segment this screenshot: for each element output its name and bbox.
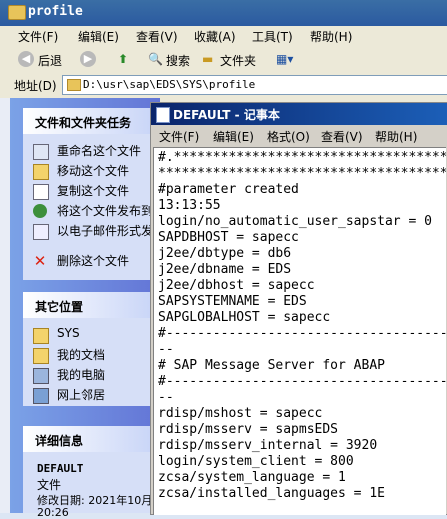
rename-icon xyxy=(33,144,49,160)
text-line: login/system_client = 800 xyxy=(158,454,354,469)
notepad-menu-bar: 文件(F) 编辑(E) 格式(O) 查看(V) 帮助(H) xyxy=(151,125,447,145)
task-copy[interactable]: 复制这个文件 xyxy=(57,182,129,199)
notepad-title: DEFAULT - 记事本 xyxy=(173,108,280,122)
file-tasks-header[interactable]: 文件和文件夹任务 xyxy=(23,108,160,134)
notepad-window: DEFAULT - 记事本 文件(F) 编辑(E) 格式(O) 查看(V) 帮助… xyxy=(150,102,447,515)
menu-view[interactable]: 查看(V) xyxy=(136,28,178,45)
task-publish[interactable]: 将这个文件发布到 xyxy=(57,202,153,219)
text-line: rdisp/msserv_internal = 3920 xyxy=(158,438,378,453)
text-line: j2ee/dbtype = db6 xyxy=(158,246,292,261)
menu-help[interactable]: 帮助(H) xyxy=(310,28,352,45)
network-icon xyxy=(33,388,49,404)
place-network[interactable]: 网上邻居 xyxy=(57,386,105,403)
folder-icon xyxy=(8,5,26,20)
back-button[interactable]: 后退 xyxy=(38,52,62,69)
text-line: rdisp/msserv = sapmsEDS xyxy=(158,422,339,437)
place-my-computer[interactable]: 我的电脑 xyxy=(57,366,105,383)
copy-icon xyxy=(33,184,49,200)
text-line: #------------------------------------- xyxy=(158,374,446,389)
explorer-toolbar: ◀ 后退 ▶ ⬆ 🔍 搜索 ▬ 文件夹 ▦▾ xyxy=(0,47,447,74)
back-arrow-icon[interactable]: ◀ xyxy=(18,51,34,67)
menu-favorites[interactable]: 收藏(A) xyxy=(194,28,236,45)
notepad-icon xyxy=(156,107,170,123)
window-title: profile xyxy=(28,4,83,19)
place-my-documents[interactable]: 我的文档 xyxy=(57,346,105,363)
text-line: SAPGLOBALHOST = sapecc xyxy=(158,310,331,325)
task-rename[interactable]: 重命名这个文件 xyxy=(57,142,141,159)
address-bar: 地址(D) D:\usr\sap\EDS\SYS\profile xyxy=(0,73,447,97)
other-places-panel: 其它位置 SYS 我的文档 我的电脑 网上邻居 xyxy=(23,292,160,406)
folder-icon xyxy=(67,79,81,91)
np-menu-help[interactable]: 帮助(H) xyxy=(375,128,417,145)
publish-icon xyxy=(33,204,47,218)
up-folder-icon[interactable]: ⬆ xyxy=(118,52,128,66)
address-input[interactable]: D:\usr\sap\EDS\SYS\profile xyxy=(62,75,447,95)
text-line: #parameter created xyxy=(158,182,299,197)
notepad-text-area[interactable]: #.************************************ **… xyxy=(153,147,446,515)
details-header[interactable]: 详细信息 xyxy=(23,426,160,452)
np-menu-file[interactable]: 文件(F) xyxy=(159,128,199,145)
move-icon xyxy=(33,164,49,180)
menu-tools[interactable]: 工具(T) xyxy=(252,28,293,45)
task-pane: 文件和文件夹任务 重命名这个文件 移动这个文件 复制这个文件 将这个文件发布到 … xyxy=(10,98,160,519)
explorer-menu-bar: 文件(F) 编辑(E) 查看(V) 收藏(A) 工具(T) 帮助(H) xyxy=(0,26,447,46)
text-line: j2ee/dbname = EDS xyxy=(158,262,292,277)
np-menu-format[interactable]: 格式(O) xyxy=(267,128,310,145)
text-line: SAPSYSTEMNAME = EDS xyxy=(158,294,307,309)
views-icon[interactable]: ▦▾ xyxy=(276,52,293,66)
email-icon xyxy=(33,224,49,240)
address-label: 地址(D) xyxy=(14,79,57,93)
my-documents-icon xyxy=(33,348,49,364)
task-move[interactable]: 移动这个文件 xyxy=(57,162,129,179)
place-sys[interactable]: SYS xyxy=(57,326,80,340)
file-tasks-panel: 文件和文件夹任务 重命名这个文件 移动这个文件 复制这个文件 将这个文件发布到 … xyxy=(23,108,160,280)
task-delete[interactable]: 删除这个文件 xyxy=(57,252,129,269)
left-edge-strip xyxy=(0,98,10,513)
my-computer-icon xyxy=(33,368,49,384)
menu-file[interactable]: 文件(F) xyxy=(18,28,58,45)
search-button[interactable]: 搜索 xyxy=(166,52,190,69)
address-value: D:\usr\sap\EDS\SYS\profile xyxy=(83,78,256,91)
explorer-title-bar[interactable]: profile xyxy=(0,0,447,26)
text-line: ************************************** xyxy=(158,166,446,181)
text-line: -- xyxy=(158,342,174,357)
delete-icon: ✕ xyxy=(33,252,47,270)
text-line: j2ee/dbhost = sapecc xyxy=(158,278,315,293)
np-menu-view[interactable]: 查看(V) xyxy=(321,128,363,145)
folders-icon: ▬ xyxy=(202,52,214,66)
text-line: rdisp/mshost = sapecc xyxy=(158,406,323,421)
text-line: zcsa/installed_languages = 1E xyxy=(158,486,385,501)
text-line: zcsa/system_language = 1 xyxy=(158,470,346,485)
menu-edit[interactable]: 编辑(E) xyxy=(78,28,119,45)
folder-icon xyxy=(33,328,49,344)
text-line: login/no_automatic_user_sapstar = 0 xyxy=(158,214,432,229)
text-line: #.************************************ xyxy=(158,150,446,165)
text-line: 13:13:55 xyxy=(158,198,221,213)
detail-filename: DEFAULT xyxy=(37,462,84,475)
detail-type: 文件 xyxy=(37,478,62,492)
text-line: -- xyxy=(158,390,174,405)
text-line: # SAP Message Server for ABAP xyxy=(158,358,385,373)
text-line: SAPDBHOST = sapecc xyxy=(158,230,299,245)
folders-button[interactable]: 文件夹 xyxy=(220,52,256,69)
search-icon: 🔍 xyxy=(148,52,163,66)
forward-arrow-icon[interactable]: ▶ xyxy=(80,51,96,67)
np-menu-edit[interactable]: 编辑(E) xyxy=(213,128,254,145)
notepad-title-bar[interactable]: DEFAULT - 记事本 xyxy=(151,103,447,125)
task-email[interactable]: 以电子邮件形式发 xyxy=(57,222,153,239)
text-line: #------------------------------------- xyxy=(158,326,446,341)
details-panel: 详细信息 DEFAULT 文件 修改日期: 2021年10月 20:26 xyxy=(23,426,160,519)
other-places-header[interactable]: 其它位置 xyxy=(23,292,160,318)
